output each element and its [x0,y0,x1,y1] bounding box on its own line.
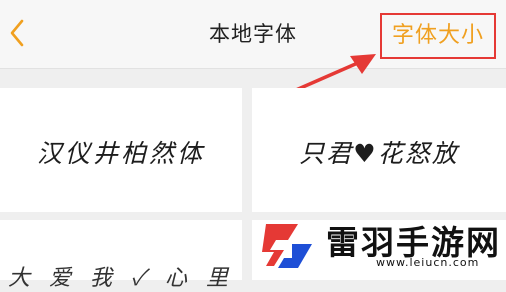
font-sample-text: 只君♥花怒放 [299,139,459,168]
watermark-url: www.leiucn.com [376,256,480,269]
font-card[interactable]: 只君♥花怒放 [252,88,506,212]
watermark-logo-icon [262,224,312,268]
top-bar: 本地字体 字体大小 [0,0,506,69]
font-sample-text: 大 爱 我 ✓ 心 里 [8,266,234,291]
font-sample-text: 汉仪井柏然体 [36,139,205,168]
font-card[interactable]: 汉仪井柏然体 [0,88,242,212]
font-size-button[interactable]: 字体大小 [380,13,496,59]
font-card[interactable]: 大 爱 我 ✓ 心 里 [0,220,242,291]
watermark: 雷羽手游网 www.leiucn.com [258,210,506,274]
